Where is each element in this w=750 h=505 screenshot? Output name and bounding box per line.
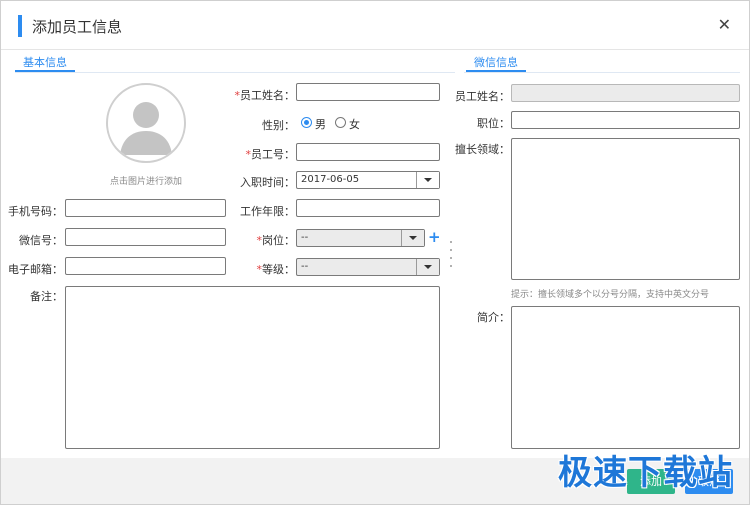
title-accent-bar bbox=[18, 15, 22, 37]
wechat-employee-name-input bbox=[511, 84, 740, 102]
dialog-title: 添加员工信息 bbox=[32, 18, 123, 36]
gender-label: 性别： bbox=[262, 119, 295, 132]
close-icon[interactable]: ✕ bbox=[718, 15, 731, 35]
join-date-picker[interactable]: 2017-06-05 bbox=[296, 171, 440, 189]
section-wechat-info: 微信信息 bbox=[466, 54, 526, 72]
employee-name-label: *员工姓名： bbox=[234, 89, 296, 102]
section-basic-label: 基本信息 bbox=[23, 56, 67, 69]
level-label: *等级： bbox=[256, 263, 296, 276]
intro-label: 简介： bbox=[477, 311, 510, 324]
gender-female-radio[interactable] bbox=[335, 117, 346, 128]
email-input[interactable] bbox=[65, 257, 226, 275]
section-divider-left bbox=[15, 72, 455, 73]
title-divider bbox=[1, 49, 749, 50]
gender-male-radio[interactable] bbox=[301, 117, 312, 128]
add-post-icon[interactable]: + bbox=[428, 229, 441, 245]
chevron-down-icon[interactable] bbox=[416, 172, 439, 188]
resize-handle-icon[interactable] bbox=[449, 241, 453, 267]
position-input[interactable] bbox=[511, 111, 740, 129]
intro-textarea[interactable] bbox=[511, 306, 740, 449]
post-value: -- bbox=[301, 232, 309, 243]
phone-label: 手机号码： bbox=[8, 205, 63, 218]
post-label: *岗位： bbox=[256, 234, 296, 247]
employee-name-input[interactable] bbox=[296, 83, 440, 101]
gender-male-label: 男 bbox=[315, 118, 326, 131]
gender-female-label: 女 bbox=[349, 118, 360, 131]
section-wechat-label: 微信信息 bbox=[474, 56, 518, 69]
expertise-label: 擅长领域： bbox=[455, 143, 510, 156]
join-date-value: 2017-06-05 bbox=[301, 174, 360, 185]
wechat-employee-name-label: 员工姓名： bbox=[455, 90, 510, 103]
email-label: 电子邮箱： bbox=[8, 263, 63, 276]
level-value: -- bbox=[301, 261, 309, 272]
avatar-hint: 点击图片进行添加 bbox=[109, 177, 182, 187]
position-label: 职位： bbox=[477, 117, 510, 130]
post-select[interactable]: -- bbox=[296, 229, 425, 247]
join-date-label: 入职时间： bbox=[240, 176, 295, 189]
work-years-input[interactable] bbox=[296, 199, 440, 217]
phone-input[interactable] bbox=[65, 199, 226, 217]
user-avatar-icon bbox=[120, 102, 172, 155]
chevron-down-icon[interactable] bbox=[401, 230, 424, 246]
expertise-textarea[interactable] bbox=[511, 138, 740, 280]
employee-number-label: *员工号： bbox=[245, 148, 296, 161]
employee-number-input[interactable] bbox=[296, 143, 440, 161]
remark-textarea[interactable] bbox=[65, 286, 440, 449]
watermark-logo: 极速下载站 bbox=[558, 453, 733, 493]
level-select[interactable]: -- bbox=[296, 258, 440, 276]
avatar[interactable] bbox=[106, 83, 186, 163]
section-divider-right bbox=[464, 72, 740, 73]
wechat-id-label: 微信号： bbox=[19, 234, 63, 247]
wechat-id-input[interactable] bbox=[65, 228, 226, 246]
section-basic-info: 基本信息 bbox=[15, 54, 75, 72]
work-years-label: 工作年限： bbox=[240, 205, 295, 218]
remark-label: 备注： bbox=[30, 290, 63, 303]
add-employee-dialog: 添加员工信息 ✕ 基本信息 微信信息 点击图片进行添加 *员工姓名： 性别： 男… bbox=[0, 0, 750, 505]
expertise-hint: 提示：擅长领域多个以分号分隔，支持中英文分号 bbox=[511, 290, 710, 300]
chevron-down-icon[interactable] bbox=[416, 259, 439, 275]
